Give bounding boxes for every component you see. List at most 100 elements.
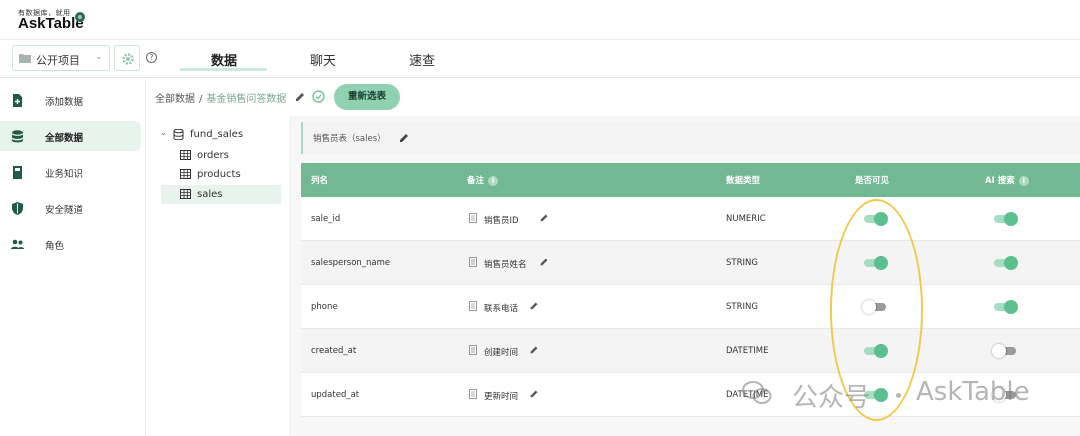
- tab-quick-lookup[interactable]: 速查: [409, 50, 435, 69]
- header-ai-search: AI 搜索 i: [985, 174, 1029, 186]
- project-select-label: 公开项目: [36, 54, 80, 67]
- document-icon: [469, 213, 477, 223]
- tree-table-orders[interactable]: orders: [180, 147, 280, 166]
- cell-note: 更新时间: [484, 392, 519, 402]
- cell-data-type: STRING: [726, 258, 758, 268]
- header-note-label: 备注: [467, 176, 485, 186]
- active-tab-indicator: [180, 68, 267, 71]
- reselect-tables-button[interactable]: 重新选表: [334, 84, 400, 110]
- info-icon[interactable]: i: [488, 175, 499, 186]
- sidebar-item-all-data[interactable]: 全部数据: [0, 121, 141, 151]
- cell-note: 联系电话: [484, 304, 519, 314]
- table-icon: [180, 169, 191, 179]
- document-icon: [469, 389, 477, 399]
- toolbar: 公开项目 ⌄ ? 数据 聊天 速查: [0, 40, 1080, 78]
- database-icon: [173, 129, 184, 140]
- document-icon: [469, 301, 477, 311]
- ai-search-toggle[interactable]: [994, 256, 1018, 270]
- wechat-icon: [742, 381, 772, 404]
- tree-table-label: sales: [197, 189, 223, 200]
- table-icon: [180, 189, 191, 199]
- table-header: 列名 备注 i 数据类型 是否可见 AI 搜索 i: [301, 163, 1080, 197]
- sidebar-item-roles[interactable]: 角色: [0, 229, 141, 259]
- toggle-knob: [992, 344, 1006, 358]
- toggle-knob: [1004, 256, 1018, 270]
- table-row: sale_id 销售员ID NUMERIC: [301, 197, 1080, 241]
- tab-chat[interactable]: 聊天: [310, 50, 336, 69]
- cell-column-name: sale_id: [311, 214, 341, 224]
- settings-button[interactable]: [114, 45, 140, 71]
- info-icon[interactable]: i: [1018, 175, 1029, 186]
- people-icon: [11, 239, 24, 249]
- cell-column-name: salesperson_name: [311, 258, 391, 268]
- book-icon: [13, 166, 22, 179]
- pencil-icon[interactable]: [539, 256, 550, 267]
- chevron-down-icon: ⌄: [95, 52, 103, 62]
- tree-table-label: orders: [197, 150, 229, 161]
- header-column-name: 列名: [311, 176, 329, 186]
- cell-data-type: DATETIME: [726, 346, 769, 356]
- sidebar: 添加数据 全部数据 业务知识 安全隧道 角色: [0, 79, 146, 436]
- table-row: salesperson_name 销售员姓名 STRING: [301, 241, 1080, 285]
- cell-data-type: NUMERIC: [726, 214, 766, 224]
- breadcrumb: 全部数据 / 基金销售问答数据: [155, 90, 286, 105]
- chevron-down-icon: ⌄: [160, 128, 167, 137]
- folder-icon: [19, 54, 31, 63]
- tree-table-sales[interactable]: sales: [161, 185, 281, 204]
- pencil-icon[interactable]: [529, 344, 540, 355]
- gear-icon: [122, 53, 134, 65]
- pencil-icon[interactable]: [539, 212, 550, 223]
- watermark-brand: AskTable: [916, 377, 1030, 407]
- check-circle-icon[interactable]: [312, 90, 325, 103]
- table-row: phone 联系电话 STRING: [301, 285, 1080, 329]
- schema-tree: ⌄ fund_sales orders products sales: [146, 116, 291, 436]
- cell-column-name: phone: [311, 302, 338, 312]
- ai-search-toggle[interactable]: [994, 300, 1018, 314]
- cell-note: 销售员ID: [484, 216, 519, 226]
- sidebar-item-add-data[interactable]: 添加数据: [0, 85, 141, 115]
- header-data-type: 数据类型: [726, 176, 761, 186]
- document-icon: [469, 257, 477, 267]
- add-file-icon: [13, 94, 22, 107]
- pencil-icon[interactable]: [529, 300, 540, 311]
- sidebar-item-business-knowledge[interactable]: 业务知识: [0, 157, 141, 187]
- tree-table-label: products: [197, 169, 241, 180]
- tree-table-products[interactable]: products: [180, 166, 280, 185]
- table-row: created_at 创建时间 DATETIME: [301, 329, 1080, 373]
- toggle-knob: [1004, 300, 1018, 314]
- sidebar-item-label: 安全隧道: [45, 205, 84, 216]
- pencil-icon[interactable]: [294, 90, 307, 103]
- ai-search-toggle[interactable]: [992, 344, 1016, 358]
- tab-data[interactable]: 数据: [211, 50, 237, 69]
- sidebar-item-label: 添加数据: [45, 97, 84, 108]
- database-icon: [12, 130, 23, 143]
- document-icon: [469, 345, 477, 355]
- breadcrumb-current[interactable]: 基金销售问答数据: [206, 94, 286, 105]
- toggle-knob: [1004, 212, 1018, 226]
- sidebar-item-label: 全部数据: [45, 133, 84, 144]
- shield-icon: [12, 202, 23, 215]
- tree-schema-node[interactable]: ⌄ fund_sales: [160, 127, 285, 146]
- project-select[interactable]: 公开项目 ⌄: [12, 45, 110, 71]
- help-icon[interactable]: ?: [146, 52, 157, 63]
- header-visible: 是否可见: [855, 176, 890, 186]
- sidebar-item-label: 角色: [45, 241, 65, 252]
- sidebar-item-label: 业务知识: [45, 169, 84, 180]
- pencil-icon[interactable]: [398, 131, 411, 144]
- breadcrumb-root[interactable]: 全部数据: [155, 94, 195, 105]
- breadcrumb-separator: /: [199, 94, 203, 105]
- cell-column-name: created_at: [311, 346, 357, 356]
- logo-mark-icon: [75, 12, 85, 22]
- pencil-icon[interactable]: [529, 388, 540, 399]
- cell-note: 创建时间: [484, 348, 519, 358]
- app-header: 有数据库，就用 AskTable: [0, 0, 1080, 40]
- watermark-text: 公众号: [792, 383, 871, 413]
- header-note: 备注 i: [467, 174, 499, 186]
- cell-data-type: STRING: [726, 302, 758, 312]
- header-ai-search-label: AI 搜索: [985, 176, 1015, 186]
- sidebar-item-security-tunnel[interactable]: 安全隧道: [0, 193, 141, 223]
- watermark-separator: [896, 393, 901, 398]
- ai-search-toggle[interactable]: [994, 212, 1018, 226]
- cell-column-name: updated_at: [311, 390, 360, 400]
- cell-note: 销售员姓名: [484, 260, 527, 270]
